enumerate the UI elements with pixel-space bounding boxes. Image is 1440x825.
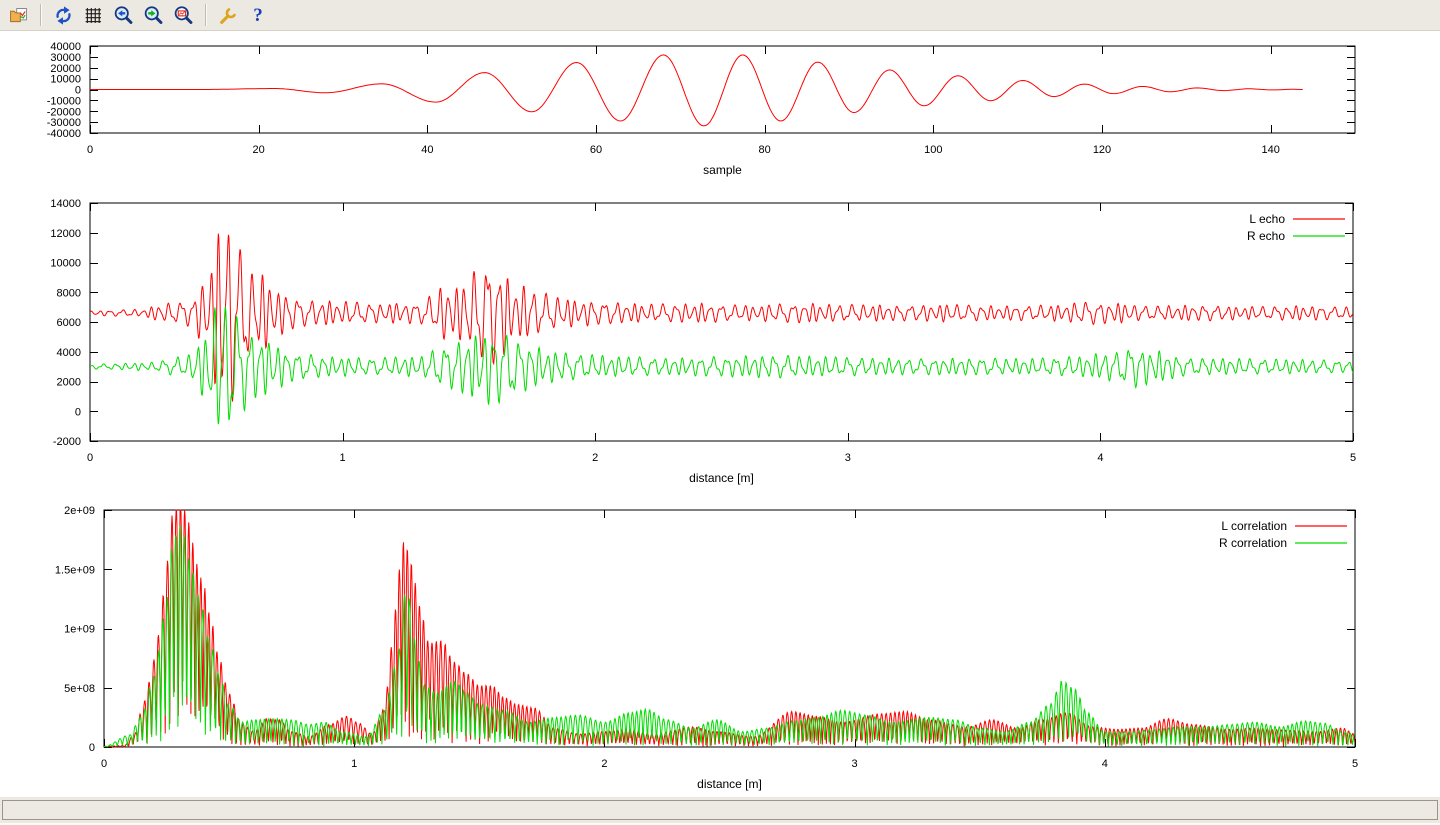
svg-text:4000: 4000 [57, 347, 81, 359]
svg-text:1: 1 [340, 452, 346, 464]
svg-text:140: 140 [1261, 144, 1279, 156]
copy-plot-button[interactable] [4, 2, 32, 28]
svg-text:distance [m]: distance [m] [697, 777, 762, 791]
svg-text:0: 0 [75, 85, 81, 97]
svg-text:4: 4 [1097, 452, 1103, 464]
svg-text:40000: 40000 [50, 41, 81, 53]
status-text [2, 800, 1438, 820]
svg-text:-20000: -20000 [47, 106, 81, 118]
zoom-next-icon [143, 5, 164, 26]
svg-text:5: 5 [1352, 758, 1358, 770]
zoom-next-button[interactable] [139, 2, 167, 28]
svg-text:3: 3 [852, 758, 858, 770]
svg-text:5: 5 [1350, 452, 1356, 464]
svg-text:R echo: R echo [1247, 229, 1285, 243]
svg-text:-2000: -2000 [53, 436, 81, 448]
replot-button[interactable] [49, 2, 77, 28]
svg-text:R correlation: R correlation [1219, 536, 1287, 550]
config-button[interactable] [214, 2, 242, 28]
svg-text:40: 40 [421, 144, 433, 156]
copy-plot-icon [8, 5, 29, 26]
svg-text:10000: 10000 [50, 74, 81, 86]
gnuplot-window: { "window": {"chrome_color": "#ece9e2", … [0, 0, 1440, 825]
zoom-previous-icon [113, 5, 134, 26]
svg-text:120: 120 [1093, 144, 1111, 156]
pulse-plot[interactable]: 0 20 40 60 80 100 120 140 -40000-30000-20000-100… [0, 32, 1440, 195]
toolbar: ? [0, 0, 1440, 31]
svg-text:sample: sample [703, 163, 742, 177]
svg-text:80: 80 [759, 144, 771, 156]
grid-button[interactable] [79, 2, 107, 28]
echo-plot[interactable]: 0 1 2 3 4 5 -2000 0 2000 4000 6000 8000 10000 12000 14… [0, 188, 1440, 503]
svg-text:0: 0 [89, 742, 95, 754]
correlation-plot[interactable]: 0 1 2 3 4 5 0 5e+08 1e+09 1.5e+09 2e+09 distance [m… [0, 498, 1440, 803]
svg-text:distance [m]: distance [m] [689, 471, 754, 485]
toolbar-separator [205, 4, 206, 26]
svg-text:0: 0 [87, 452, 93, 464]
svg-text:20000: 20000 [50, 63, 81, 75]
svg-text:1: 1 [351, 758, 357, 770]
svg-text:60: 60 [590, 144, 602, 156]
svg-text:1.5e+09: 1.5e+09 [55, 564, 95, 576]
svg-text:6000: 6000 [57, 317, 81, 329]
svg-text:8000: 8000 [57, 287, 81, 299]
svg-text:4: 4 [1102, 758, 1108, 770]
zoom-region-icon [173, 5, 194, 26]
svg-text:5e+08: 5e+08 [64, 683, 95, 695]
svg-text:10000: 10000 [50, 258, 81, 270]
svg-text:2: 2 [601, 758, 607, 770]
svg-text:0: 0 [87, 144, 93, 156]
svg-text:2000: 2000 [57, 377, 81, 389]
plot-canvas: 020406080100120140-40000-30000-20000-100… [0, 31, 1440, 797]
zoom-previous-button[interactable] [109, 2, 137, 28]
svg-text:1e+09: 1e+09 [64, 624, 95, 636]
svg-text:12000: 12000 [50, 228, 81, 240]
svg-text:100: 100 [924, 144, 942, 156]
help-icon: ? [253, 6, 263, 25]
svg-text:L echo: L echo [1249, 212, 1285, 226]
svg-text:0: 0 [75, 406, 81, 418]
svg-text:-30000: -30000 [47, 117, 81, 129]
help-button[interactable]: ? [244, 2, 272, 28]
svg-text:14000: 14000 [50, 198, 81, 210]
svg-text:20: 20 [253, 144, 265, 156]
svg-text:2e+09: 2e+09 [64, 505, 95, 517]
status-bar [0, 797, 1440, 825]
svg-text:0: 0 [101, 758, 107, 770]
svg-text:L correlation: L correlation [1221, 519, 1287, 533]
zoom-region-button[interactable] [169, 2, 197, 28]
svg-text:2: 2 [592, 452, 598, 464]
svg-text:3: 3 [845, 452, 851, 464]
svg-text:-10000: -10000 [47, 95, 81, 107]
grid-icon [83, 5, 104, 26]
toolbar-separator [40, 4, 41, 26]
svg-text:30000: 30000 [50, 52, 81, 64]
svg-text:-40000: -40000 [47, 128, 81, 140]
replot-icon [53, 5, 74, 26]
config-icon [218, 5, 239, 26]
